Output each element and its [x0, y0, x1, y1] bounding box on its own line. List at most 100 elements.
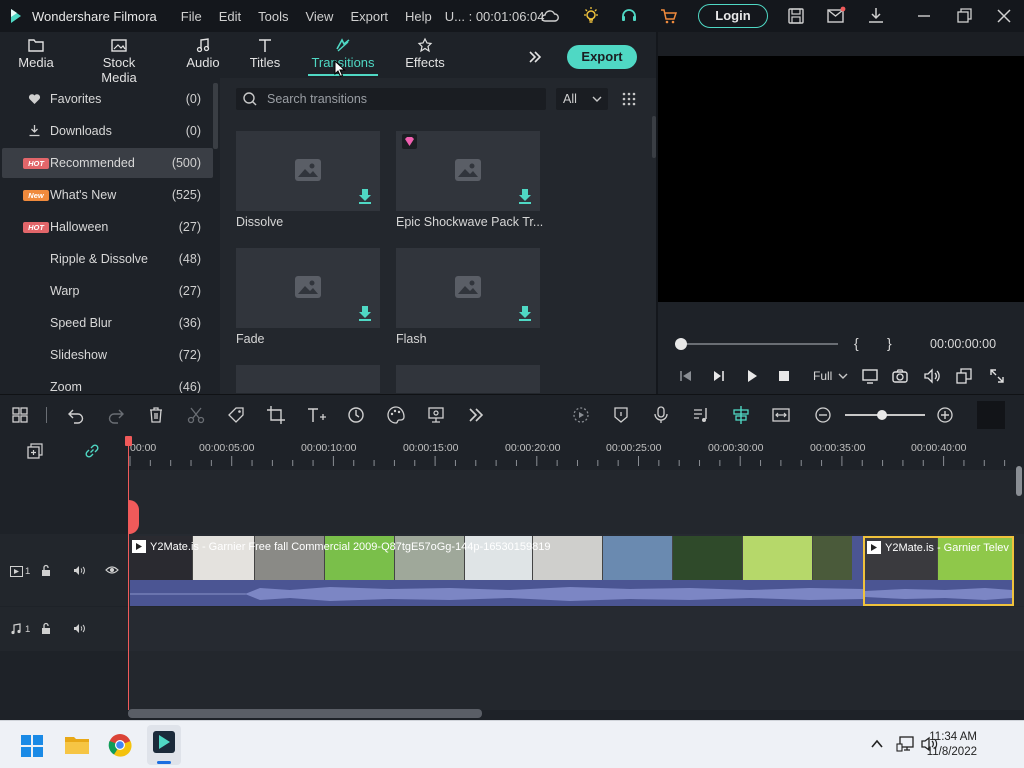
login-button[interactable]: Login: [698, 4, 768, 28]
timeline-tracks[interactable]: Y2Mate.is - Garnier Free fall Commercial…: [128, 470, 1024, 710]
filmora-taskbar-button[interactable]: [147, 725, 181, 765]
zoom-slider-handle[interactable]: [877, 410, 887, 420]
speed-clock-icon[interactable]: [346, 405, 366, 425]
transition-thumbnail-partial[interactable]: [236, 365, 380, 393]
mark-in-button[interactable]: {: [854, 335, 859, 351]
filter-dropdown[interactable]: All: [556, 88, 608, 110]
color-palette-icon[interactable]: [386, 405, 406, 425]
volume-icon[interactable]: [73, 623, 86, 634]
audio-mixer-icon[interactable]: [691, 405, 711, 425]
microphone-icon[interactable]: [651, 405, 671, 425]
playhead[interactable]: [128, 444, 129, 710]
cloud-icon[interactable]: [540, 6, 560, 26]
headset-support-icon[interactable]: [619, 6, 639, 26]
lightbulb-icon[interactable]: [581, 6, 601, 26]
zoom-out-icon[interactable]: [813, 405, 833, 425]
sidebar-item-ripple-dissolve[interactable]: Ripple & Dissolve (48): [2, 244, 213, 274]
more-tabs-icon[interactable]: [527, 49, 543, 65]
tab-titles[interactable]: Titles: [247, 37, 283, 70]
undo-icon[interactable]: [66, 405, 86, 425]
eye-icon[interactable]: [105, 565, 119, 575]
add-track-icon[interactable]: [26, 442, 44, 460]
save-icon[interactable]: [786, 6, 806, 26]
cut-scissors-icon[interactable]: [186, 405, 206, 425]
video-clip[interactable]: Y2Mate.is - Garnier Free fall Commercial…: [130, 536, 863, 606]
network-icon[interactable]: [896, 735, 916, 753]
track-thumbnail-toggle[interactable]: [977, 401, 1005, 429]
green-screen-icon[interactable]: [426, 405, 446, 425]
grid-view-icon[interactable]: [621, 91, 637, 107]
tag-icon[interactable]: [226, 405, 246, 425]
add-text-icon[interactable]: [306, 405, 326, 425]
cart-icon[interactable]: [659, 6, 679, 26]
windows-start-icon[interactable]: [21, 735, 43, 757]
lock-icon[interactable]: [41, 622, 53, 635]
download-icon[interactable]: [358, 305, 372, 321]
search-input[interactable]: Search transitions: [236, 88, 546, 110]
timeline-vertical-scrollbar[interactable]: [1016, 466, 1022, 496]
redo-icon[interactable]: [106, 405, 126, 425]
link-icon[interactable]: [83, 442, 101, 460]
menu-file[interactable]: File: [181, 9, 202, 24]
menu-view[interactable]: View: [305, 9, 333, 24]
snapshot-camera-icon[interactable]: [891, 367, 909, 385]
more-tools-icon[interactable]: [466, 405, 486, 425]
transition-thumbnail-partial[interactable]: [396, 365, 540, 393]
timeline-ruler[interactable]: 00:00 00:00:05:00 00:00:10:00 00:00:15:0…: [128, 434, 1024, 470]
sidebar-item-warp[interactable]: Warp (27): [2, 276, 213, 306]
sidebar-item-speed-blur[interactable]: Speed Blur (36): [2, 308, 213, 338]
tab-effects[interactable]: Effects: [404, 37, 446, 70]
close-icon[interactable]: [994, 6, 1014, 26]
export-button[interactable]: Export: [567, 45, 637, 69]
layout-grid-icon[interactable]: [10, 405, 30, 425]
file-explorer-icon[interactable]: [64, 734, 90, 756]
marker-shield-icon[interactable]: [611, 405, 631, 425]
transition-thumbnail-dissolve[interactable]: [236, 131, 380, 211]
transition-thumbnail-epic-shockwave[interactable]: [396, 131, 540, 211]
volume-icon[interactable]: [73, 565, 86, 576]
restore-icon[interactable]: [954, 6, 974, 26]
mail-icon[interactable]: [826, 6, 846, 26]
next-frame-icon[interactable]: [711, 369, 725, 383]
download-icon[interactable]: [518, 188, 532, 204]
stop-icon[interactable]: [777, 369, 791, 383]
crop-icon[interactable]: [266, 405, 286, 425]
fullscreen-icon[interactable]: [988, 367, 1006, 385]
fit-timeline-icon[interactable]: [771, 405, 791, 425]
previous-frame-icon[interactable]: [679, 369, 693, 383]
download-icon[interactable]: [518, 305, 532, 321]
transition-thumbnail-flash[interactable]: [396, 248, 540, 328]
download-icon[interactable]: [866, 6, 886, 26]
tab-audio[interactable]: Audio: [184, 37, 222, 70]
sidebar-item-downloads[interactable]: Downloads (0): [2, 116, 213, 146]
minimize-icon[interactable]: [914, 6, 934, 26]
volume-icon[interactable]: [923, 367, 941, 385]
menu-help[interactable]: Help: [405, 9, 432, 24]
sidebar-item-whats-new[interactable]: New What's New (525): [2, 180, 213, 210]
lock-icon[interactable]: [41, 564, 53, 577]
sidebar-item-halloween[interactable]: HOT Halloween (27): [2, 212, 213, 242]
progress-handle[interactable]: [675, 338, 687, 350]
menu-edit[interactable]: Edit: [219, 9, 241, 24]
zoom-in-icon[interactable]: [935, 405, 955, 425]
sidebar-scrollbar[interactable]: [213, 83, 218, 149]
menu-tools[interactable]: Tools: [258, 9, 288, 24]
crop-ratio-icon[interactable]: [955, 367, 973, 385]
snap-magnet-icon[interactable]: [731, 405, 751, 425]
playhead-handle[interactable]: [125, 436, 132, 446]
sidebar-item-recommended[interactable]: HOT Recommended (500): [2, 148, 213, 178]
menu-export[interactable]: Export: [350, 9, 388, 24]
tab-stock-media[interactable]: Stock Media: [84, 37, 154, 85]
sidebar-item-zoom[interactable]: Zoom (46): [2, 372, 213, 393]
timeline-horizontal-scrollbar[interactable]: [128, 709, 482, 718]
render-preview-icon[interactable]: [571, 405, 591, 425]
transition-thumbnail-fade[interactable]: [236, 248, 380, 328]
mark-out-button[interactable]: }: [887, 335, 892, 351]
tab-media[interactable]: Media: [17, 37, 55, 70]
download-icon[interactable]: [358, 188, 372, 204]
chrome-icon[interactable]: [108, 733, 132, 757]
display-icon[interactable]: [861, 367, 879, 385]
video-clip-selected[interactable]: Y2Mate.is - Garnier Telev: [863, 536, 1014, 606]
system-clock[interactable]: 11:34 AM 11/8/2022: [927, 730, 977, 760]
progress-track[interactable]: [680, 343, 838, 345]
